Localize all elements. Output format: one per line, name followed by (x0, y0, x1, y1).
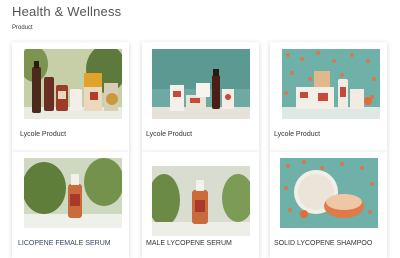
product-image[interactable] (24, 49, 122, 119)
product-card[interactable]: Lycole Product (12, 42, 129, 152)
product-image[interactable] (282, 49, 380, 119)
page-title: Health & Wellness (12, 4, 122, 19)
product-card[interactable]: Lycole Product (142, 42, 259, 152)
breadcrumb[interactable]: Product (12, 25, 33, 31)
product-card[interactable]: LICOPENE FEMALE SERUM (12, 152, 129, 258)
product-title[interactable]: Lycole Product (20, 131, 66, 138)
product-image[interactable] (24, 158, 122, 228)
product-card[interactable]: MALE LYCOPENE SERUM (142, 152, 259, 258)
product-title[interactable]: Lycole Product (274, 131, 320, 138)
product-title[interactable]: MALE LYCOPENE SERUM (146, 240, 232, 247)
product-title[interactable]: LICOPENE FEMALE SERUM (18, 240, 111, 247)
product-title[interactable]: Lycole Product (146, 131, 192, 138)
product-card[interactable]: SOLID LYCOPENE SHAMPOO (270, 152, 387, 258)
product-image[interactable] (152, 49, 250, 119)
product-card[interactable]: Lycole Product (270, 42, 387, 152)
product-title[interactable]: SOLID LYCOPENE SHAMPOO (274, 240, 372, 247)
product-image[interactable] (280, 158, 378, 228)
product-image[interactable] (152, 166, 250, 236)
